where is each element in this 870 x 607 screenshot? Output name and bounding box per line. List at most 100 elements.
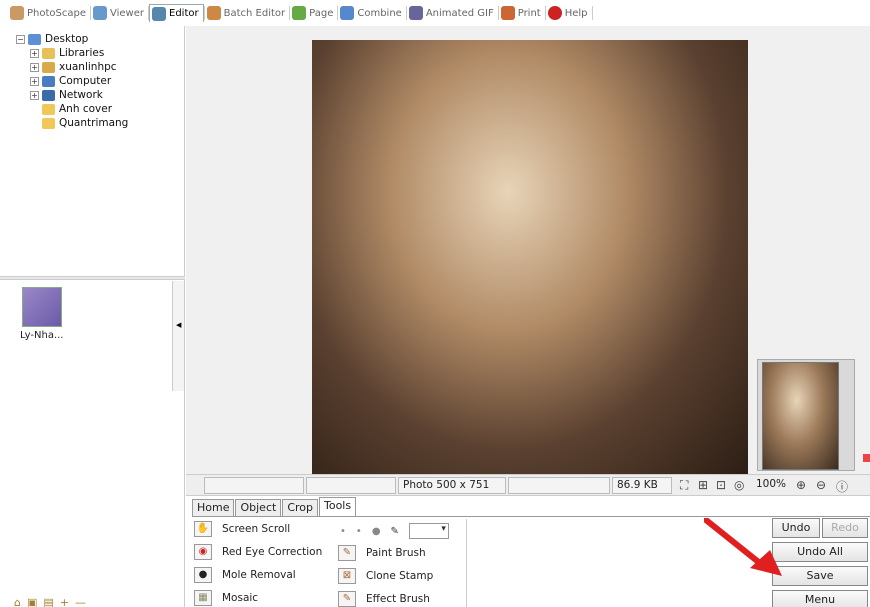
expand-icon[interactable]: + — [30, 90, 39, 100]
mosaic-icon: ▦ — [194, 590, 212, 606]
expand-icon[interactable]: + — [30, 62, 39, 72]
app-tab-bar: PhotoScape Viewer Editor Batch Editor Pa… — [0, 0, 870, 26]
folder-icon — [42, 103, 55, 115]
zoom-slider[interactable]: — — [75, 596, 86, 607]
clone-stamp-tool[interactable]: ⊠ Clone Stamp — [338, 566, 458, 586]
combine-icon — [340, 6, 355, 20]
tab-page[interactable]: Page — [290, 4, 337, 22]
tools-column-right: ✎ Paint Brush ⊠ Clone Stamp ✎ Effect Brush — [338, 543, 458, 607]
expand-icon[interactable]: + — [30, 76, 39, 86]
save-button[interactable]: Save — [772, 566, 868, 586]
panel-divider[interactable] — [0, 276, 185, 280]
navigator-thumbnail[interactable] — [757, 359, 855, 471]
menu-button[interactable]: Menu — [772, 590, 868, 607]
mosaic-tool[interactable]: ▦ Mosaic — [194, 588, 330, 607]
tree-item-xuanlinhpc[interactable]: + xuanlinhpc — [16, 60, 181, 74]
collapse-icon[interactable]: − — [16, 34, 25, 44]
zoom-out-icon[interactable]: ⊖ — [816, 478, 826, 492]
tool-tabs: Home Object Crop Tools — [192, 497, 357, 516]
collapse-arrow-icon[interactable]: ◀ — [176, 321, 181, 329]
tools-separator — [466, 519, 467, 607]
tab-animated-gif[interactable]: Animated GIF — [407, 4, 498, 22]
close-icon[interactable] — [863, 454, 870, 462]
fit-icon[interactable]: ⛶ — [680, 478, 688, 493]
zoom-actual-icon[interactable]: ⊡ — [716, 478, 726, 492]
pen-icon[interactable]: ✎ — [391, 526, 399, 537]
info-icon[interactable]: ⓘ — [836, 478, 848, 495]
editor-icon — [152, 6, 166, 21]
stamp-icon: ⊠ — [338, 568, 356, 584]
zoom-level: 100% — [756, 478, 787, 490]
brush-size-medium[interactable]: • — [356, 526, 362, 537]
computer-icon — [42, 75, 55, 87]
tab-viewer[interactable]: Viewer — [91, 4, 148, 22]
tab-editor[interactable]: Editor — [149, 4, 204, 22]
dot-icon: ● — [194, 567, 212, 583]
annotation-arrow — [704, 518, 782, 576]
red-eye-tool[interactable]: ◉ Red Eye Correction — [194, 542, 330, 562]
add-icon[interactable]: + — [60, 596, 69, 607]
tab-batch-editor[interactable]: Batch Editor — [205, 4, 290, 22]
print-icon — [500, 6, 515, 20]
brush-size-large[interactable]: ● — [372, 526, 381, 537]
tree-item-computer[interactable]: + Computer — [16, 74, 181, 88]
effect-brush-icon: ✎ — [338, 591, 356, 607]
slideshow-icon[interactable]: ▤ — [43, 596, 53, 607]
mole-removal-tool[interactable]: ● Mole Removal — [194, 565, 330, 585]
paint-brush-tool[interactable]: ✎ Paint Brush — [338, 543, 458, 563]
file-size-label: 86.9 KB — [612, 477, 672, 494]
zoom-fit-icon[interactable]: ◎ — [734, 478, 744, 492]
animated-gif-icon — [408, 6, 423, 20]
zoom-in-icon[interactable]: ⊕ — [796, 478, 806, 492]
folder-tree: − Desktop + Libraries + xuanlinhpc + Com… — [16, 32, 181, 272]
tab-tools[interactable]: Tools — [319, 497, 357, 516]
tab-photoscape[interactable]: PhotoScape — [8, 4, 90, 22]
tab-print[interactable]: Print — [499, 4, 545, 22]
bottom-toolbar: ⌂ ▣ ▤ + — — [14, 596, 86, 607]
batch-editor-icon — [206, 6, 221, 20]
tab-crop[interactable]: Crop — [282, 499, 318, 516]
tab-object[interactable]: Object — [235, 499, 282, 516]
editor-canvas[interactable] — [186, 26, 870, 474]
effect-brush-tool[interactable]: ✎ Effect Brush — [338, 589, 458, 607]
status-cell-empty — [508, 477, 610, 494]
photoscape-icon — [10, 6, 24, 20]
fullscreen-icon[interactable]: ⊞ — [698, 478, 708, 492]
redo-button[interactable]: Redo — [822, 518, 868, 538]
thumbnail-image[interactable] — [22, 287, 62, 327]
tree-item-quantrimang[interactable]: Quantrimang — [16, 116, 181, 130]
thumbnail-list: Ly-Nha... — [0, 281, 185, 581]
left-panel: − Desktop + Libraries + xuanlinhpc + Com… — [0, 26, 185, 607]
tree-item-libraries[interactable]: + Libraries — [16, 46, 181, 60]
undo-all-button[interactable]: Undo All — [772, 542, 868, 562]
viewer-icon — [93, 6, 107, 20]
brush-color-select[interactable] — [408, 523, 449, 539]
tab-help[interactable]: Help — [546, 4, 592, 22]
tab-combine[interactable]: Combine — [338, 4, 405, 22]
photo-size-label: Photo 500 x 751 — [398, 477, 506, 494]
help-icon — [547, 6, 562, 20]
brush-size-row: • • ● ✎ — [340, 523, 449, 539]
eye-icon: ◉ — [194, 544, 212, 560]
folder-icon[interactable]: ▣ — [27, 596, 37, 607]
library-icon — [42, 47, 55, 59]
panel-splitter[interactable]: ◀ — [172, 281, 184, 391]
navigator-image[interactable] — [762, 362, 839, 470]
page-icon — [292, 6, 307, 20]
brush-icon: ✎ — [338, 545, 356, 561]
brush-size-small[interactable]: • — [340, 526, 346, 537]
tree-item-anh-cover[interactable]: Anh cover — [16, 102, 181, 116]
photo-preview[interactable] — [312, 40, 748, 474]
home-icon[interactable]: ⌂ — [14, 596, 21, 607]
status-cell-empty — [204, 477, 304, 494]
user-folder-icon — [42, 61, 55, 73]
hand-icon: ✋ — [194, 521, 212, 537]
network-icon — [42, 89, 55, 101]
expand-icon[interactable]: + — [30, 48, 39, 58]
tools-column-left: ✋ Screen Scroll ◉ Red Eye Correction ● Mole… — [194, 519, 330, 607]
tab-home[interactable]: Home — [192, 499, 235, 516]
status-bar: Photo 500 x 751 86.9 KB ⛶ ⊞ ⊡ ◎ 100% ⊕ ⊖… — [186, 474, 870, 496]
tree-item-desktop[interactable]: − Desktop — [16, 32, 181, 46]
tree-item-network[interactable]: + Network — [16, 88, 181, 102]
screen-scroll-tool[interactable]: ✋ Screen Scroll — [194, 519, 330, 539]
